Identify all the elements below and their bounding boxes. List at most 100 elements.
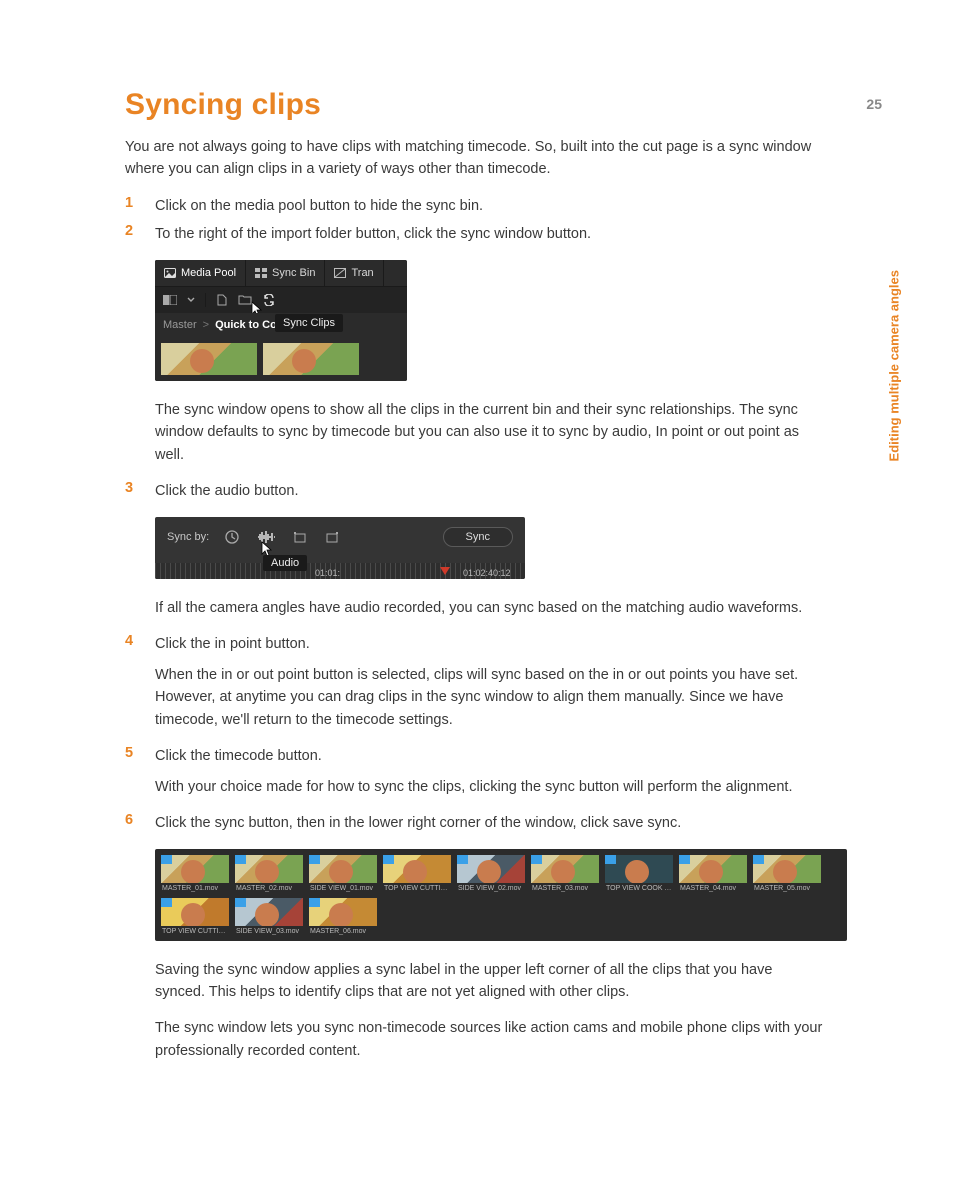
breadcrumb-separator: > [203, 319, 209, 331]
tooltip-audio: Audio [263, 555, 307, 571]
divider [205, 293, 206, 307]
clip-image [161, 855, 229, 883]
clip-thumbnail[interactable]: MASTER_03.mov [531, 855, 599, 892]
sync-badge-icon [235, 855, 246, 864]
sync-clips-button[interactable] [262, 294, 276, 306]
tab-transitions[interactable]: Tran [325, 260, 383, 286]
tab-label: Sync Bin [272, 267, 315, 279]
clip-thumbnail[interactable]: TOP VIEW COOK T... [605, 855, 673, 892]
sync-badge-icon [383, 855, 394, 864]
clip-caption: TOP VIEW COOK T... [605, 883, 673, 892]
timecode-icon[interactable] [225, 530, 239, 544]
figure-clip-grid: MASTER_01.mov MASTER_02.mov SIDE VIEW_01.m… [155, 849, 825, 941]
step-number: 5 [125, 745, 133, 761]
section-title: Syncing clips [125, 88, 825, 122]
clip-caption: SIDE VIEW_02.mov [457, 883, 525, 892]
sync-badge-icon [605, 855, 616, 864]
clip-caption: MASTER_05.mov [753, 883, 821, 892]
tab-media-pool[interactable]: Media Pool [155, 260, 246, 286]
step-text: Click the audio button. [155, 483, 298, 499]
clip-caption: TOP VIEW CUTTIN... [383, 883, 451, 892]
closing-paragraph: Saving the sync window applies a sync la… [155, 959, 825, 1004]
figure-media-pool: Media Pool Sync Bin [155, 260, 825, 381]
step-text: Click the timecode button. [155, 748, 322, 764]
step-text: Click on the media pool button to hide t… [155, 198, 483, 214]
closing-paragraph: The sync window lets you sync non-timeco… [155, 1017, 825, 1062]
transitions-icon [334, 268, 346, 278]
media-pool-panel: Media Pool Sync Bin [155, 260, 407, 381]
grid-icon [255, 268, 267, 278]
step-body: With your choice made for how to sync th… [155, 776, 825, 798]
clip-thumbnail[interactable]: MASTER_04.mov [679, 855, 747, 892]
breadcrumb-root[interactable]: Master [163, 319, 197, 331]
step-body: When the in or out point button is selec… [155, 664, 825, 731]
clip-image [753, 855, 821, 883]
timeline-ruler[interactable]: 01:01: 01:02:40:12 [155, 563, 525, 579]
sync-badge-icon [309, 898, 320, 907]
sync-by-options [225, 530, 339, 544]
clip-caption: SIDE VIEW_03.mov [235, 926, 303, 935]
step-text: Click the in point button. [155, 636, 310, 652]
steps-list: 1 Click on the media pool button to hide… [125, 195, 825, 1062]
sync-badge-icon [161, 855, 172, 864]
page: 25 Editing multiple camera angles Syncin… [0, 0, 954, 1177]
clip-thumbnail[interactable]: MASTER_05.mov [753, 855, 821, 892]
clip-thumbnail[interactable]: SIDE VIEW_03.mov [235, 898, 303, 935]
import-file-button[interactable] [216, 294, 228, 306]
timecode-label: 01:02:40:12 [463, 568, 511, 578]
clip-image [235, 855, 303, 883]
sync-button[interactable]: Sync [443, 527, 513, 547]
step-4: 4 Click the in point button. When the in… [125, 633, 825, 731]
import-folder-button[interactable] [238, 294, 252, 305]
clip-thumbnail[interactable] [263, 343, 359, 375]
step-text: To the right of the import folder button… [155, 226, 591, 242]
chevron-down-icon[interactable] [187, 295, 195, 305]
tab-sync-bin[interactable]: Sync Bin [246, 260, 325, 286]
clip-thumbnail[interactable]: SIDE VIEW_02.mov [457, 855, 525, 892]
sync-badge-icon [531, 855, 542, 864]
sync-badge-icon [457, 855, 468, 864]
step-6: 6 Click the sync button, then in the low… [125, 812, 825, 1062]
clip-image [457, 855, 525, 883]
clip-image [235, 898, 303, 926]
view-mode-button[interactable] [163, 295, 177, 305]
clip-caption: MASTER_02.mov [235, 883, 303, 892]
tab-label: Media Pool [181, 267, 236, 279]
clip-image [309, 898, 377, 926]
clip-thumbnail[interactable]: TOP VIEW CUTTIN... [161, 898, 229, 935]
step-1: 1 Click on the media pool button to hide… [125, 195, 825, 217]
clip-thumbnail[interactable]: MASTER_06.mov [309, 898, 377, 935]
clip-image [531, 855, 599, 883]
clip-image [605, 855, 673, 883]
toolbar [155, 287, 407, 313]
clip-thumbnail[interactable]: MASTER_02.mov [235, 855, 303, 892]
clip-caption: TOP VIEW CUTTIN... [161, 926, 229, 935]
clip-thumbnail[interactable]: TOP VIEW CUTTIN... [383, 855, 451, 892]
step-2: 2 To the right of the import folder butt… [125, 223, 825, 466]
tab-bar: Media Pool Sync Bin [155, 260, 407, 287]
clip-thumbnail[interactable]: MASTER_01.mov [161, 855, 229, 892]
clip-thumbnail[interactable]: SIDE VIEW_01.mov [309, 855, 377, 892]
step-3: 3 Click the audio button. Sync by: [125, 480, 825, 619]
page-number: 25 [866, 96, 882, 112]
step-number: 2 [125, 223, 133, 239]
clip-caption: MASTER_04.mov [679, 883, 747, 892]
step-number: 6 [125, 812, 133, 828]
clip-image [309, 855, 377, 883]
tooltip-sync-clips: Sync Clips [275, 314, 343, 332]
clip-caption: SIDE VIEW_01.mov [309, 883, 377, 892]
sync-by-label: Sync by: [167, 531, 209, 543]
intro-paragraph: You are not always going to have clips w… [125, 136, 825, 181]
clip-grid: MASTER_01.mov MASTER_02.mov SIDE VIEW_01.m… [155, 849, 847, 941]
clip-thumbnail[interactable] [161, 343, 257, 375]
playhead-marker-icon[interactable] [440, 567, 450, 575]
clip-image [383, 855, 451, 883]
timecode-label: 01:01: [315, 568, 340, 578]
step-5: 5 Click the timecode button. With your c… [125, 745, 825, 798]
thumbnail-row [155, 337, 407, 381]
clip-caption: MASTER_03.mov [531, 883, 599, 892]
step-text: Click the sync button, then in the lower… [155, 815, 681, 831]
step-body: The sync window opens to show all the cl… [155, 399, 825, 466]
in-point-icon[interactable] [293, 530, 307, 544]
out-point-icon[interactable] [325, 530, 339, 544]
